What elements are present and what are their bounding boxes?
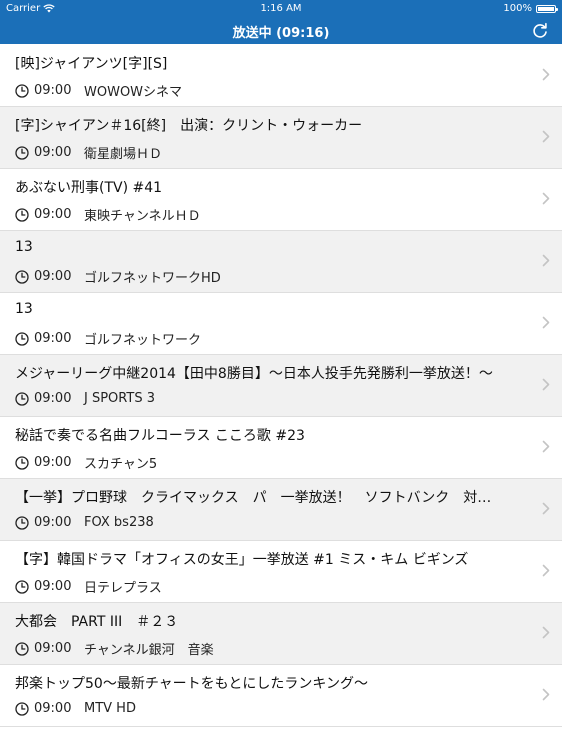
chevron-right-icon <box>542 192 550 205</box>
program-channel: 衛星劇場ＨＤ <box>84 147 163 162</box>
status-time: 1:16 AM <box>260 3 302 14</box>
program-title: 13 <box>15 239 33 255</box>
list-item[interactable]: 邦楽トップ50〜最新チャートをもとにしたランキング〜 09:00 MTV HD <box>0 665 562 727</box>
list-item[interactable]: [映]ジャイアンツ[字][S] 09:00 WOWOWシネマ <box>0 45 562 107</box>
program-list: [映]ジャイアンツ[字][S] 09:00 WOWOWシネマ [字]シャイアン＃16[… <box>0 45 562 727</box>
chevron-right-icon <box>542 254 550 267</box>
program-time: 09:00 <box>34 391 72 406</box>
battery-icon <box>536 4 558 13</box>
program-meta: 09:00 ゴルフネットワークHD <box>15 267 221 286</box>
program-title: [映]ジャイアンツ[字][S] <box>15 56 168 72</box>
list-item[interactable]: 【一挙】プロ野球 クライマックス パ 一挙放送！ ソフトバンク 対… 09:00 F… <box>0 479 562 541</box>
list-item[interactable]: 秘話で奏でる名曲フルコーラス こころ歌 #23 09:00 スカチャン5 <box>0 417 562 479</box>
clock-icon <box>15 455 29 470</box>
chevron-right-icon <box>542 68 550 81</box>
program-time: 09:00 <box>34 207 72 222</box>
program-title: [字]シャイアン＃16[終] 出演：クリント・ウォーカー <box>15 118 363 134</box>
chevron-right-icon <box>542 440 550 453</box>
list-item[interactable]: 大都会 PART III ＃２３ 09:00 チャンネル銀河 音楽 <box>0 603 562 665</box>
status-bar: Carrier 1:16 AM 100% <box>0 0 562 18</box>
program-title: 13 <box>15 301 33 317</box>
program-title: 【一挙】プロ野球 クライマックス パ 一挙放送！ ソフトバンク 対… <box>15 490 492 506</box>
refresh-icon[interactable] <box>530 21 550 41</box>
program-title: 邦楽トップ50〜最新チャートをもとにしたランキング〜 <box>15 676 368 692</box>
program-channel: ゴルフネットワークHD <box>84 271 221 286</box>
program-channel: スカチャン5 <box>84 457 158 472</box>
program-meta: 09:00 日テレプラス <box>15 577 162 596</box>
clock-icon <box>15 207 29 222</box>
program-time: 09:00 <box>34 515 72 530</box>
list-item[interactable]: 13 09:00 ゴルフネットワーク <box>0 293 562 355</box>
program-channel: MTV HD <box>84 701 136 716</box>
chevron-right-icon <box>542 316 550 329</box>
battery-percent: 100% <box>503 3 532 14</box>
program-meta: 09:00 チャンネル銀河 音楽 <box>15 639 214 658</box>
program-time: 09:00 <box>34 641 72 656</box>
program-channel: チャンネル銀河 音楽 <box>84 643 214 658</box>
program-meta: 09:00 J SPORTS 3 <box>15 391 155 406</box>
program-title: メジャーリーグ中継2014【田中8勝目】〜日本人投手先発勝利一挙放送！〜 <box>15 366 493 382</box>
chevron-right-icon <box>542 626 550 639</box>
list-item[interactable]: [字]シャイアン＃16[終] 出演：クリント・ウォーカー 09:00 衛星劇場ＨＤ <box>0 107 562 169</box>
program-channel: 日テレプラス <box>84 581 162 596</box>
page-title: 放送中 (09:16) <box>232 26 330 41</box>
program-time: 09:00 <box>34 83 72 98</box>
clock-icon <box>15 145 29 160</box>
program-time: 09:00 <box>34 579 72 594</box>
clock-icon <box>15 515 29 530</box>
program-channel: FOX bs238 <box>84 515 154 530</box>
program-title: 【字】韓国ドラマ「オフィスの女王」一挙放送 #1 ミス・キム ビギンズ <box>15 552 469 568</box>
program-meta: 09:00 衛星劇場ＨＤ <box>15 143 162 162</box>
program-meta: 09:00 スカチャン5 <box>15 453 157 472</box>
clock-icon <box>15 701 29 716</box>
chevron-right-icon <box>542 688 550 701</box>
clock-icon <box>15 331 29 346</box>
program-meta: 09:00 FOX bs238 <box>15 515 154 530</box>
program-title: 大都会 PART III ＃２３ <box>15 614 179 630</box>
program-time: 09:00 <box>34 331 72 346</box>
program-time: 09:00 <box>34 701 72 716</box>
chevron-right-icon <box>542 378 550 391</box>
program-meta: 09:00 WOWOWシネマ <box>15 81 182 100</box>
navigation-bar: 放送中 (09:16) <box>0 18 562 44</box>
clock-icon <box>15 83 29 98</box>
program-channel: WOWOWシネマ <box>84 85 183 100</box>
screen: Carrier 1:16 AM 100% 放送中 (09:16) [映]ジャイア… <box>0 0 562 750</box>
program-time: 09:00 <box>34 269 72 284</box>
clock-icon <box>15 641 29 656</box>
chevron-right-icon <box>542 564 550 577</box>
clock-icon <box>15 391 29 406</box>
program-title: 秘話で奏でる名曲フルコーラス こころ歌 #23 <box>15 428 305 444</box>
list-item[interactable]: あぶない刑事(TV) #41 09:00 東映チャンネルＨＤ <box>0 169 562 231</box>
program-title: あぶない刑事(TV) #41 <box>15 180 163 196</box>
program-channel: ゴルフネットワーク <box>84 333 202 348</box>
program-meta: 09:00 MTV HD <box>15 701 136 716</box>
program-meta: 09:00 ゴルフネットワーク <box>15 329 201 348</box>
clock-icon <box>15 579 29 594</box>
list-item[interactable]: メジャーリーグ中継2014【田中8勝目】〜日本人投手先発勝利一挙放送！〜 09:0… <box>0 355 562 417</box>
program-channel: 東映チャンネルＨＤ <box>84 209 201 224</box>
status-right: 100% <box>503 3 558 14</box>
chevron-right-icon <box>542 130 550 143</box>
program-meta: 09:00 東映チャンネルＨＤ <box>15 205 201 224</box>
clock-icon <box>15 269 29 284</box>
list-item[interactable]: 【字】韓国ドラマ「オフィスの女王」一挙放送 #1 ミス・キム ビギンズ 09:00… <box>0 541 562 603</box>
list-item[interactable]: 13 09:00 ゴルフネットワークHD <box>0 231 562 293</box>
program-channel: J SPORTS 3 <box>84 391 155 406</box>
chevron-right-icon <box>542 502 550 515</box>
program-time: 09:00 <box>34 145 72 160</box>
program-time: 09:00 <box>34 455 72 470</box>
